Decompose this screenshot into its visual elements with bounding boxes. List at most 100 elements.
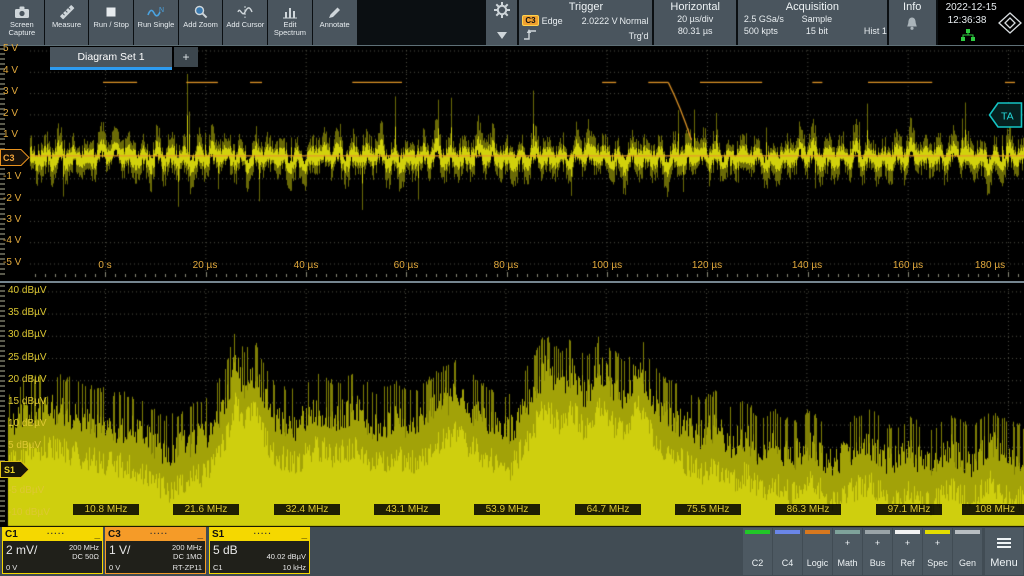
db-axis-label: 40 dBµV	[8, 285, 47, 296]
plus-icon: +	[863, 538, 892, 548]
logic-button[interactable]: Logic	[803, 528, 832, 575]
f-axis-label: 53.9 MHz	[474, 504, 540, 515]
f-axis-label: 21.6 MHz	[173, 504, 239, 515]
db-axis-label: -10 dBµV	[8, 507, 50, 518]
acquisition-section[interactable]: Acquisition 2.5 GSa/s Sample 500 kpts 15…	[738, 0, 887, 45]
add-math-button[interactable]: + Math	[833, 528, 862, 575]
waveform-spectrum-canvas[interactable]	[0, 46, 1024, 528]
t-axis-label: 120 µs	[677, 260, 737, 271]
spec-color-stripe	[925, 530, 950, 534]
ref-color-stripe	[895, 530, 920, 534]
minimize-icon[interactable]: _	[94, 529, 100, 540]
horizontal-section[interactable]: Horizontal 20 µs/div 80.31 µs	[654, 0, 735, 45]
add-cursor-button[interactable]: Add Cursor	[223, 0, 267, 45]
add-channel-c2-button[interactable]: C2	[743, 528, 772, 575]
cursor-wave-icon	[237, 3, 253, 20]
trigger-section[interactable]: Trigger C3 Edge 2.0222 V Normal Trg'd	[519, 0, 652, 45]
s1-spectrum-marker[interactable]: S1	[0, 461, 30, 483]
toolbar-label: Annotate	[320, 21, 350, 29]
trigger-type: Edge	[542, 16, 570, 26]
annotate-button[interactable]: Annotate	[313, 0, 357, 45]
tab-diagram-set-1[interactable]: Diagram Set 1	[50, 47, 172, 70]
channel-c1-box[interactable]: C1 ····· _ 2 mV/ 200 MHz DC 50Ω 0 V	[2, 527, 103, 575]
diagram-divider[interactable]	[0, 281, 1024, 283]
c1-offset: 0 V	[6, 563, 17, 572]
menu-button[interactable]: Menu	[985, 528, 1023, 575]
drag-dots-icon: ·····	[121, 531, 198, 537]
toolbar-label: Add Zoom	[183, 21, 218, 29]
gen-color-stripe	[955, 530, 980, 534]
trigger-level: 2.0222 V	[570, 16, 618, 26]
settings-button[interactable]	[486, 0, 518, 45]
v-axis-label: -5 V	[3, 257, 33, 268]
v-axis-label: 1 V	[3, 129, 33, 140]
add-ref-button[interactable]: + Ref	[893, 528, 922, 575]
gear-icon	[493, 1, 511, 24]
s1-source: C1	[213, 563, 223, 572]
minimize-icon[interactable]: _	[301, 529, 307, 540]
s1-scale: 5 dB	[213, 543, 238, 557]
oscilloscope-app: Screen Capture Measure Run / Stop N Run …	[0, 0, 1024, 576]
magnifier-icon	[193, 3, 209, 20]
f-axis-label: 97.1 MHz	[876, 504, 942, 515]
db-axis-label: 5 dBµV	[8, 440, 41, 451]
channel-id: C3	[108, 529, 121, 540]
v-axis-label: 2 V	[3, 108, 33, 119]
toolbar-label: Run Single	[138, 21, 175, 29]
run-stop-button[interactable]: Run / Stop	[89, 0, 133, 45]
spectrum-s1-box[interactable]: S1 ····· _ 5 dB 40.02 dBµV C1 10 kHz	[209, 527, 310, 575]
t-axis-label: 40 µs	[276, 260, 336, 271]
drag-dots-icon: ·····	[18, 531, 95, 537]
t-axis-label: 160 µs	[878, 260, 938, 271]
edit-spectrum-button[interactable]: Edit Spectrum	[268, 0, 312, 45]
plus-icon: +	[833, 538, 862, 548]
v-axis-label: -3 V	[3, 214, 33, 225]
plus-icon: +	[893, 538, 922, 548]
rising-edge-icon	[523, 28, 537, 43]
plus-icon: +	[923, 538, 952, 548]
trigger-annotation-flag[interactable]: TA	[988, 102, 1023, 133]
horizontal-position: 80.31 µs	[654, 25, 735, 37]
hamburger-icon	[997, 538, 1011, 548]
acquisition-title: Acquisition	[738, 1, 887, 13]
channel-c3-box[interactable]: C3 ····· _ 1 V/ 200 MHz DC 1MΩ 0 V RT-ZP…	[105, 527, 206, 575]
v-axis-label: -1 V	[3, 171, 33, 182]
db-axis-label: 20 dBµV	[8, 374, 47, 385]
toolbar-label: Measure	[52, 21, 81, 29]
clock-section[interactable]: 2022-12-15 12:36:38	[938, 0, 1024, 45]
c3-details: 200 MHz DC 1MΩ	[172, 543, 202, 561]
pencil-icon	[327, 3, 343, 20]
db-axis-label: 35 dBµV	[8, 307, 47, 318]
add-channel-c4-button[interactable]: C4	[773, 528, 802, 575]
minimize-icon[interactable]: _	[197, 529, 203, 540]
f-axis-label: 10.8 MHz	[73, 504, 139, 515]
measure-button[interactable]: Measure	[45, 0, 89, 45]
db-axis-label: 15 dBµV	[8, 396, 47, 407]
svg-text:N: N	[159, 7, 164, 14]
f-axis-label: 86.3 MHz	[775, 504, 841, 515]
info-section[interactable]: Info	[889, 0, 936, 45]
c4-color-stripe	[775, 530, 800, 534]
trigger-source-badge: C3	[522, 15, 538, 26]
db-axis-label: 10 dBµV	[8, 418, 47, 429]
c3-channel-marker[interactable]: C3	[0, 149, 30, 171]
add-tab-button[interactable]: +	[174, 47, 198, 67]
toolbar-label: Run / Stop	[93, 21, 128, 29]
screen-capture-button[interactable]: Screen Capture	[0, 0, 44, 45]
trigger-mode: Normal	[618, 16, 653, 26]
c1-scale: 2 mV/	[6, 543, 37, 557]
f-axis-label: 32.4 MHz	[274, 504, 340, 515]
generator-button[interactable]: Gen	[953, 528, 982, 575]
add-bus-button[interactable]: + Bus	[863, 528, 892, 575]
add-zoom-button[interactable]: Add Zoom	[179, 0, 223, 45]
channel-id: C1	[5, 529, 18, 540]
drag-dots-icon: ·····	[224, 531, 301, 537]
horizontal-scale: 20 µs/div	[654, 13, 735, 25]
add-spectrum-button[interactable]: + Spec	[923, 528, 952, 575]
channel-id: S1	[212, 529, 224, 540]
bell-icon	[905, 16, 919, 36]
t-axis-label: 20 µs	[175, 260, 235, 271]
diagram-splitter-handle[interactable]	[0, 285, 5, 525]
date-display: 2022-12-15	[946, 2, 997, 13]
run-single-button[interactable]: N Run Single	[134, 0, 178, 45]
